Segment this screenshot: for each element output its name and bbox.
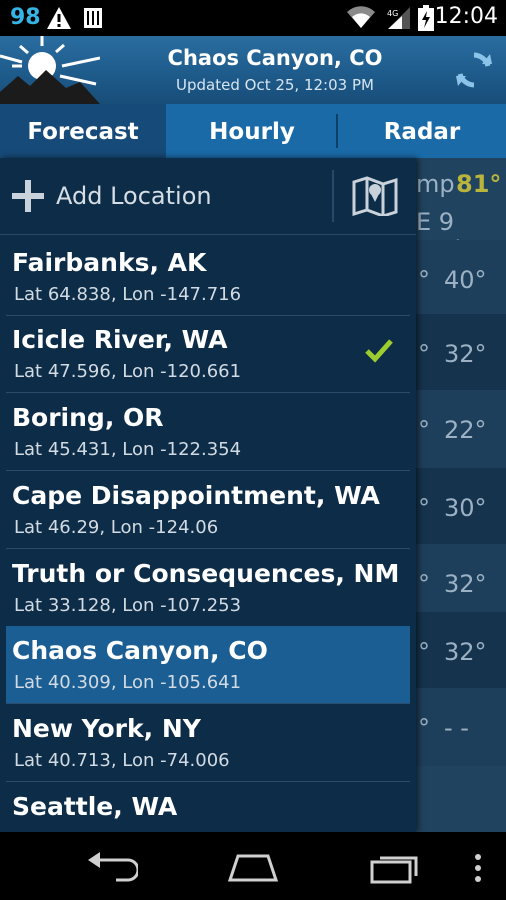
tab-bar: Forecast Hourly Radar: [0, 104, 506, 158]
location-name: Cape Disappointment, WA: [12, 481, 380, 510]
wifi-icon: [347, 6, 375, 28]
add-location-label: Add Location: [56, 182, 212, 210]
location-name: New York, NY: [12, 714, 201, 743]
storage-icon: [84, 8, 102, 28]
location-name: Fairbanks, AK: [12, 248, 207, 277]
location-item[interactable]: New York, NY Lat 40.713, Lon -74.006: [6, 704, 410, 782]
location-coords: Lat 45.431, Lon -122.354: [14, 439, 242, 460]
map-icon[interactable]: [352, 176, 398, 216]
location-item[interactable]: Icicle River, WA Lat 47.596, Lon -120.66…: [6, 315, 410, 393]
navigation-bar: [0, 832, 506, 900]
status-bar: 98 4G 12:04: [0, 0, 506, 36]
forecast-high: °: [418, 638, 430, 666]
forecast-high: °: [418, 570, 430, 598]
back-icon[interactable]: [86, 850, 138, 882]
location-coords: Lat 46.29, Lon -124.06: [14, 517, 219, 538]
refresh-icon[interactable]: [454, 50, 494, 90]
forecast-low: - -: [444, 714, 469, 742]
forecast-low: 32°: [444, 340, 487, 368]
location-item[interactable]: Cape Disappointment, WA Lat 46.29, Lon -…: [6, 471, 410, 549]
forecast-high: °: [418, 714, 430, 742]
plus-icon: [12, 180, 44, 212]
forecast-high: °: [418, 340, 430, 368]
forecast-low: 32°: [444, 638, 487, 666]
header-location-title: Chaos Canyon, CO: [167, 46, 383, 70]
header-updated-time: Updated Oct 25, 12:03 PM: [176, 76, 374, 94]
location-coords: Lat 40.309, Lon -105.641: [14, 672, 242, 693]
overflow-menu-icon[interactable]: [470, 852, 486, 884]
add-location-row: Add Location: [0, 158, 416, 235]
location-item[interactable]: Seattle, WA: [6, 782, 410, 832]
location-drawer: Add Location Fairbanks, AK Lat 64.838, L…: [0, 158, 416, 832]
current-temp-label: mp: [416, 170, 455, 198]
location-name: Truth or Consequences, NM: [12, 559, 400, 588]
forecast-high: °: [418, 266, 430, 294]
svg-text:4G: 4G: [387, 9, 398, 18]
add-location-button[interactable]: Add Location: [0, 158, 330, 234]
forecast-low: 32°: [444, 570, 487, 598]
location-coords: Lat 40.713, Lon -74.006: [14, 750, 230, 771]
forecast-low: 40°: [444, 266, 487, 294]
location-name: Icicle River, WA: [12, 325, 228, 354]
location-name: Boring, OR: [12, 403, 164, 432]
tab-radar[interactable]: Radar: [338, 104, 506, 158]
check-icon: [365, 339, 393, 363]
tab-hourly[interactable]: Hourly: [168, 104, 336, 158]
location-coords: Lat 33.128, Lon -107.253: [14, 595, 242, 616]
app-logo-icon: [0, 36, 100, 104]
location-item[interactable]: Truth or Consequences, NM Lat 33.128, Lo…: [6, 549, 410, 627]
location-item[interactable]: Boring, OR Lat 45.431, Lon -122.354: [6, 393, 410, 471]
signal-icon: 4G: [387, 7, 410, 29]
location-coords: Lat 47.596, Lon -120.661: [14, 361, 242, 382]
tab-forecast[interactable]: Forecast: [0, 104, 166, 158]
current-temp-value: 81°: [456, 170, 502, 198]
location-item[interactable]: Fairbanks, AK Lat 64.838, Lon -147.716: [6, 238, 410, 316]
battery-charging-icon: [418, 5, 434, 31]
clock: 12:04: [434, 4, 498, 29]
app-header: Chaos Canyon, CO Updated Oct 25, 12:03 P…: [0, 36, 506, 104]
warning-icon: [47, 7, 71, 29]
location-item[interactable]: Chaos Canyon, CO Lat 40.309, Lon -105.64…: [6, 626, 410, 704]
location-name: Seattle, WA: [12, 792, 178, 821]
recent-apps-icon[interactable]: [370, 850, 422, 884]
home-icon[interactable]: [226, 852, 280, 882]
forecast-high: °: [418, 416, 430, 444]
location-name: Chaos Canyon, CO: [12, 636, 268, 665]
forecast-low: 22°: [444, 416, 487, 444]
notification-badge: 98: [10, 5, 41, 30]
forecast-high: °: [418, 494, 430, 522]
divider: [332, 170, 334, 222]
location-coords: Lat 64.838, Lon -147.716: [14, 284, 242, 305]
forecast-low: 30°: [444, 494, 487, 522]
